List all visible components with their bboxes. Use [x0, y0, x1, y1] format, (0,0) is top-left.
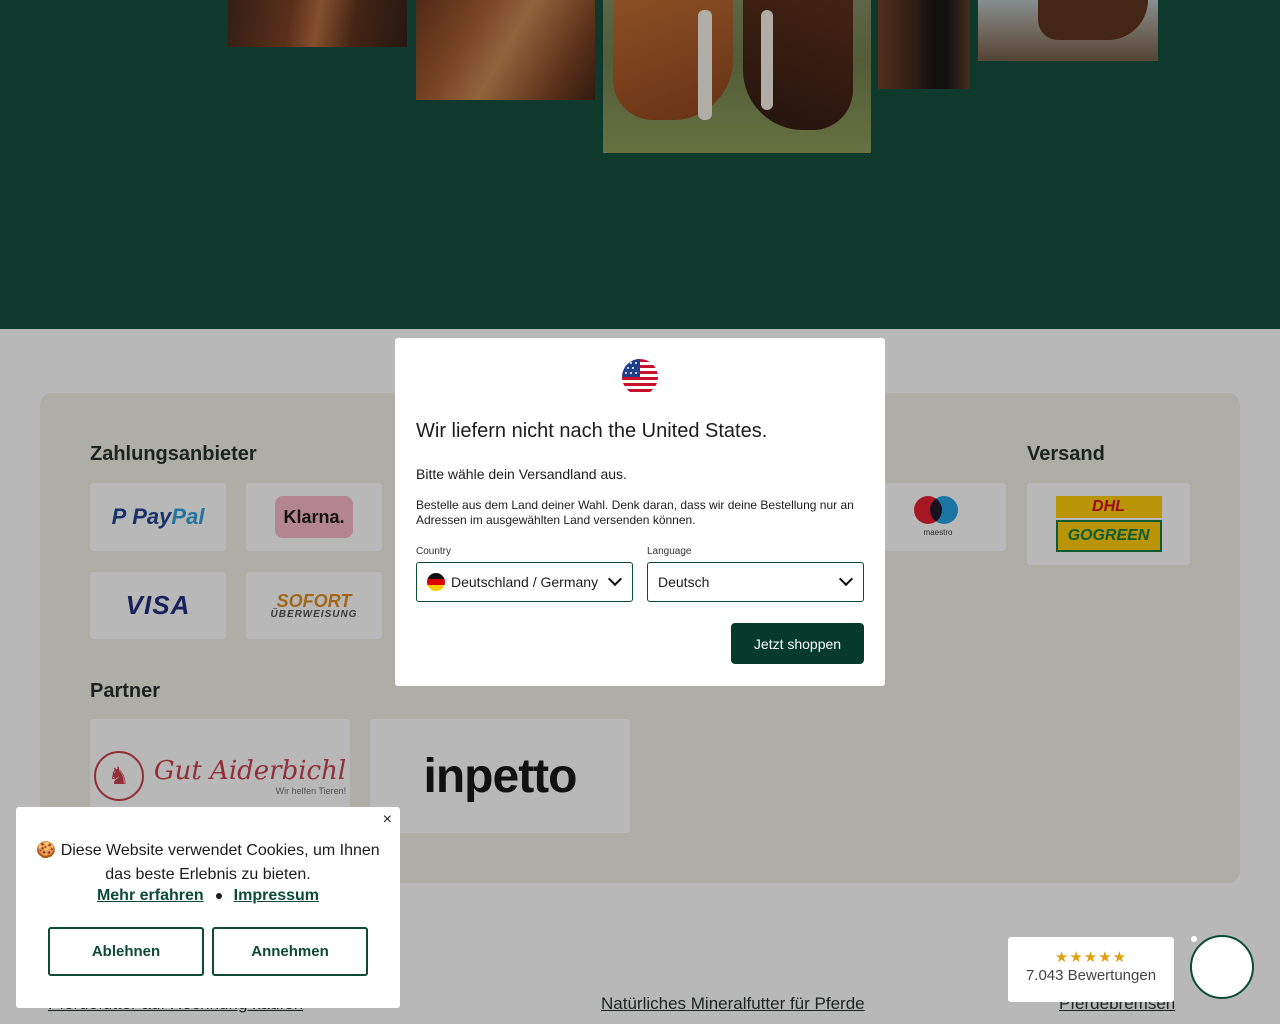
imprint-link[interactable]: Impressum [234, 887, 319, 904]
language-select[interactable]: Deutsch [647, 562, 864, 602]
modal-subtitle: Bitte wähle dein Versandland aus. [416, 466, 627, 482]
cookie-banner: × 🍪 Diese Website verwendet Cookies, um … [16, 807, 400, 1008]
reviews-count: 7.043 Bewertungen [1025, 967, 1157, 984]
rating-stars-icon: ★★★★★ [1054, 949, 1128, 966]
language-label: Language [647, 546, 692, 557]
cookie-links: Mehr erfahren Impressum [16, 887, 400, 905]
chat-button[interactable] [1190, 935, 1254, 999]
accept-button[interactable]: Annehmen [212, 927, 368, 976]
notification-dot-icon [1191, 936, 1197, 942]
country-label: Country [416, 546, 452, 557]
chevron-down-icon [838, 571, 854, 587]
us-flag-icon [622, 359, 658, 395]
learn-more-link[interactable]: Mehr erfahren [97, 887, 204, 904]
modal-note: Bestelle aus dem Land deiner Wahl. Denk … [416, 498, 854, 527]
chevron-down-icon [607, 571, 623, 587]
shop-now-button[interactable]: Jetzt shoppen [731, 623, 864, 664]
country-select[interactable]: Deutschland / Germany [416, 562, 633, 602]
decline-button[interactable]: Ablehnen [48, 927, 204, 976]
cookie-text: 🍪 Diese Website verwendet Cookies, um Ih… [36, 842, 380, 883]
germany-flag-icon [427, 573, 445, 591]
reviews-widget[interactable]: ★★★★★ 7.043 Bewertungen [1008, 937, 1174, 1002]
close-icon[interactable]: × [383, 811, 392, 829]
modal-title: Wir liefern nicht nach the United States… [416, 420, 768, 442]
country-selector-modal: Wir liefern nicht nach the United States… [395, 338, 885, 686]
